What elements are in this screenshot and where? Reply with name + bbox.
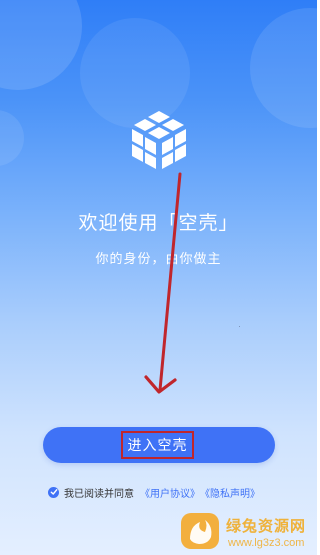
background-bubble <box>250 8 317 128</box>
agreement-row: 我已阅读并同意 《用户协议》 《隐私声明》 <box>48 484 260 500</box>
background-bubble <box>0 0 82 90</box>
user-agreement-link[interactable]: 《用户协议》 <box>140 485 200 500</box>
welcome-subtitle: 你的身份，由你做主 <box>95 251 222 266</box>
welcome-title: 欢迎使用「空壳」 <box>78 213 239 234</box>
enter-button-label: 进入空壳 <box>121 431 194 459</box>
watermark-name: 绿兔资源网 <box>226 518 307 535</box>
watermark: 绿兔资源网 www.lg3z3.com <box>176 508 317 555</box>
background-bubble <box>0 110 24 166</box>
welcome-screen: 欢迎使用「空壳」 你的身份，由你做主 进入空壳 我已阅读并同意 《用户协议》 《… <box>0 0 317 555</box>
check-icon[interactable] <box>48 486 59 498</box>
privacy-policy-link[interactable]: 《隐私声明》 <box>200 485 260 500</box>
stray-dot <box>239 326 240 327</box>
flame-logo-icon <box>178 510 222 552</box>
agreement-text: 我已阅读并同意 <box>64 488 134 500</box>
watermark-domain: www.lg3z3.com <box>228 537 305 549</box>
enter-button[interactable]: 进入空壳 <box>43 427 275 463</box>
cube-logo-icon <box>125 108 193 172</box>
